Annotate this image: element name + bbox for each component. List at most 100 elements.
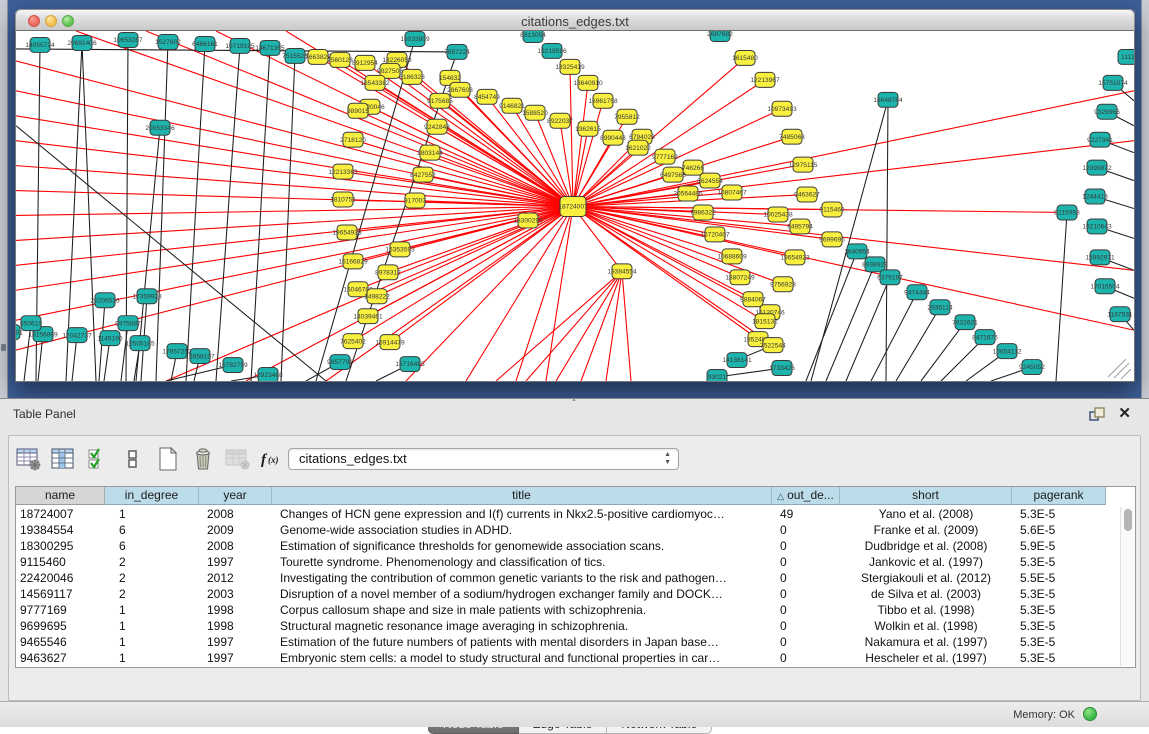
select-columns-icon[interactable] [85, 446, 111, 472]
graph-node[interactable]: 8912954 [352, 55, 378, 70]
delete-columns-icon[interactable] [190, 446, 216, 472]
graph-node[interactable]: 1145190 [97, 331, 122, 346]
graph-node[interactable]: 15992971 [1085, 250, 1115, 265]
function-builder-icon[interactable]: f(x) [260, 446, 286, 472]
graph-node[interactable]: 6379197 [877, 270, 903, 285]
graph-edge[interactable] [826, 264, 875, 381]
graph-node[interactable]: 9242848 [424, 119, 450, 134]
table-row[interactable]: 977716911998Corpus callosum shape and si… [16, 603, 1119, 619]
graph-node[interactable]: 9756928 [770, 277, 796, 292]
table-row[interactable]: 2242004622012Investigating the contribut… [16, 571, 1119, 587]
graph-node[interactable]: 850610 [20, 316, 42, 331]
graph-node[interactable]: 17016504 [1090, 279, 1120, 294]
graph-edge[interactable] [16, 61, 573, 207]
canvas-resize-grip-icon[interactable] [1108, 359, 1131, 379]
graph-node[interactable]: 8454749 [474, 89, 500, 104]
column-header-in_degree[interactable]: in_degree [105, 487, 199, 505]
graph-node[interactable]: 2687682 [707, 31, 733, 41]
graph-edge[interactable] [622, 271, 631, 381]
graph-node[interactable]: 16782759 [218, 358, 248, 373]
graph-node[interactable]: 989015 [347, 103, 369, 118]
table-row[interactable]: 1938455462009Genome-wide association stu… [16, 523, 1119, 539]
graph-edge[interactable] [606, 271, 622, 381]
graph-node[interactable]: 1112 [1118, 49, 1134, 64]
graph-node[interactable]: 7485063 [779, 129, 805, 144]
graph-node[interactable]: 7522544 [760, 338, 786, 353]
graph-node[interactable]: 917003 [404, 193, 426, 208]
graph-node[interactable]: 1498222 [364, 289, 390, 304]
graph-edge[interactable] [156, 42, 168, 381]
graph-node[interactable]: 18325419 [555, 59, 585, 74]
column-header-pagerank[interactable]: pagerank [1012, 487, 1106, 505]
graph-edge[interactable] [1056, 212, 1067, 381]
new-column-icon[interactable] [155, 446, 181, 472]
graph-node[interactable]: 18640910 [573, 75, 603, 90]
show-columns-icon[interactable] [50, 446, 76, 472]
graph-node[interactable]: 16648784 [873, 92, 903, 107]
graph-node[interactable]: 1621022 [625, 140, 651, 155]
graph-node[interactable]: 9463627 [794, 187, 820, 202]
graph-node[interactable]: 9884067 [740, 292, 766, 307]
column-header-title[interactable]: title [272, 487, 772, 505]
graph-node[interactable]: 12505185 [125, 336, 155, 351]
graph-node[interactable]: 16914479 [375, 335, 405, 350]
table-row[interactable]: 1872400712008Changes of HCN gene express… [16, 507, 1119, 523]
table-vertical-scrollbar[interactable] [1120, 507, 1134, 666]
graph-node[interactable]: 9857791 [327, 355, 353, 370]
row-options-icon[interactable] [120, 446, 146, 472]
graph-edge[interactable] [466, 206, 573, 381]
graph-node[interactable]: 1810755 [330, 192, 356, 207]
graph-edge[interactable] [573, 91, 1134, 207]
graph-node[interactable]: 19218596 [537, 43, 567, 58]
graph-edge[interactable] [16, 206, 573, 215]
network-canvas[interactable]: 1872400714055724206914061065328715276026… [15, 31, 1135, 382]
graph-node[interactable]: 14055724 [25, 37, 55, 52]
graph-node[interactable]: 1733426 [769, 361, 795, 376]
graph-edge[interactable] [570, 67, 573, 207]
graph-node[interactable]: 9495794 [787, 219, 813, 234]
graph-node[interactable]: 16033809 [400, 31, 430, 46]
close-panel-icon[interactable]: ✕ [1118, 404, 1131, 422]
column-header-year[interactable]: year [199, 487, 272, 505]
graph-node[interactable]: 1167531 [1107, 307, 1132, 322]
window-titlebar[interactable]: citations_edges.txt [15, 9, 1135, 31]
graph-node[interactable]: 8813054 [520, 31, 546, 42]
graph-node[interactable]: 1527602 [155, 34, 181, 49]
graph-edge[interactable] [573, 83, 588, 207]
graph-node[interactable]: 10719195 [225, 38, 255, 53]
graph-edge[interactable] [16, 126, 326, 381]
graph-node[interactable]: 9245052 [1019, 360, 1045, 375]
graph-node[interactable]: 12213967 [750, 72, 780, 87]
graph-node[interactable]: 16961758 [588, 93, 618, 108]
graph-node[interactable]: 14671355 [255, 40, 285, 55]
graph-node[interactable]: 2803144 [417, 145, 443, 160]
graph-node[interactable]: 9560128 [327, 52, 353, 67]
graph-node[interactable]: 9474444 [904, 285, 930, 300]
table-row[interactable]: 946554611997Estimation of the future num… [16, 635, 1119, 651]
graph-edge[interactable] [16, 141, 573, 207]
column-header-name[interactable]: name [16, 487, 105, 505]
graph-edge[interactable] [896, 307, 940, 381]
graph-edge[interactable] [581, 271, 622, 381]
graph-node[interactable]: 6466161 [192, 36, 218, 51]
graph-edge[interactable] [496, 271, 622, 381]
graph-node[interactable]: 20206526 [90, 293, 120, 308]
graph-edge[interactable] [16, 206, 573, 290]
scrollbar-thumb[interactable] [1124, 509, 1132, 531]
graph-node[interactable]: 1615480 [732, 50, 758, 65]
graph-node[interactable]: 12923468 [253, 368, 283, 381]
graph-edge[interactable] [806, 251, 857, 381]
table-selector-dropdown[interactable]: citations_edges.txt ▲▼ [288, 448, 679, 470]
graph-node[interactable]: 9329966 [1094, 104, 1120, 119]
graph-node[interactable]: 2718120 [340, 132, 366, 147]
graph-node[interactable]: 1640954 [844, 244, 870, 259]
graph-node[interactable]: 15751074 [1098, 75, 1128, 90]
graph-edge[interactable] [556, 271, 622, 381]
graph-node[interactable]: 8990448 [600, 130, 626, 145]
graph-node[interactable]: 8922037 [547, 113, 573, 128]
graph-node[interactable]: 20691406 [67, 35, 97, 50]
delete-table-icon[interactable] [225, 446, 251, 472]
graph-node[interactable]: 8186328 [399, 69, 425, 84]
graph-node[interactable]: 93021 [707, 370, 727, 381]
graph-edge[interactable] [526, 271, 622, 381]
